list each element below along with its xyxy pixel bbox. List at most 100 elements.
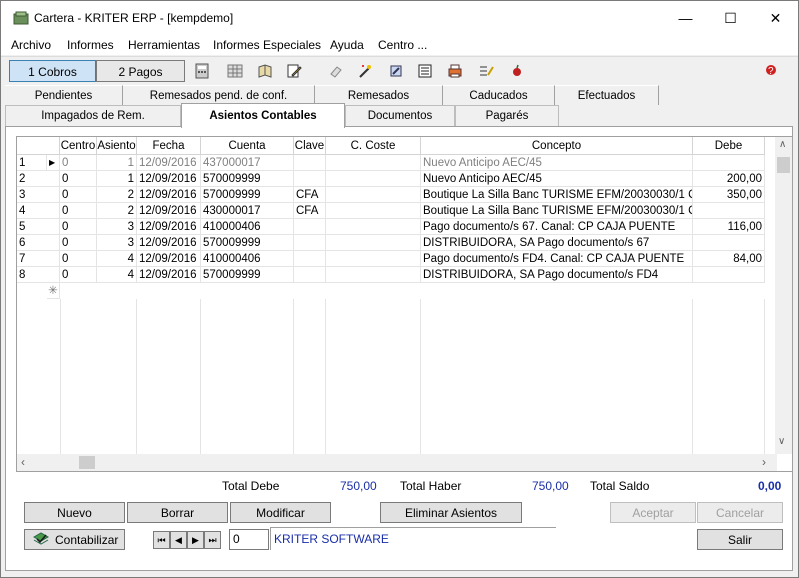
column-divider [420, 299, 421, 454]
menu-archivo[interactable]: Archivo [11, 38, 51, 52]
write-icon[interactable] [388, 63, 404, 79]
menu-ayuda[interactable]: Ayuda [330, 38, 364, 52]
next-record-icon[interactable]: ▶ [187, 531, 204, 549]
ledger-icon [33, 532, 49, 545]
tab-remesados[interactable]: Remesados [315, 85, 443, 105]
tab-caducados[interactable]: Caducados [443, 85, 555, 105]
vertical-scrollbar[interactable]: ∨ [775, 155, 792, 454]
column-divider [293, 299, 294, 454]
column-header[interactable]: Asiento [97, 137, 137, 155]
cancelar-button[interactable]: Cancelar [697, 502, 783, 523]
first-record-icon[interactable]: ⏮ [153, 531, 170, 549]
scroll-left-icon[interactable]: ‹ [21, 455, 25, 469]
tab-asientos-contables[interactable]: Asientos Contables [181, 103, 345, 128]
row-number: 8 [17, 267, 60, 283]
asientos-grid[interactable]: Centro Asiento Fecha Cuenta Clave C. Cos… [16, 136, 793, 472]
row-header-corner [17, 137, 60, 155]
tab-remesados-pend[interactable]: Remesados pend. de conf. [123, 85, 315, 105]
grid-icon[interactable] [227, 63, 243, 79]
aceptar-button[interactable]: Aceptar [610, 502, 696, 523]
scroll-thumb[interactable] [777, 157, 790, 173]
cell-debe: 200,00 [693, 171, 765, 187]
help-icon[interactable]: ? [763, 63, 779, 79]
contabilizar-label: Contabilizar [55, 533, 119, 547]
new-row-icon[interactable]: ✳ [47, 283, 60, 299]
tab-efectuados[interactable]: Efectuados [555, 85, 659, 105]
cell-asiento: 1 [97, 171, 137, 187]
cell-concepto: Boutique La Silla Banc TURISME EFM/20030… [421, 187, 693, 203]
close-icon[interactable]: ✕ [753, 1, 798, 35]
current-row-icon: ▶ [47, 155, 60, 171]
contabilizar-button[interactable]: Contabilizar [24, 529, 125, 550]
scroll-right-icon[interactable]: › [762, 455, 766, 469]
list-icon[interactable] [417, 63, 433, 79]
pagos-button[interactable]: 2 Pagos [96, 60, 185, 82]
book-icon[interactable] [257, 63, 273, 79]
eliminar-asientos-button[interactable]: Eliminar Asientos [380, 502, 522, 523]
cell-fecha: 12/09/2016 [137, 235, 201, 251]
column-header[interactable]: Debe [693, 137, 765, 155]
scroll-up-icon[interactable]: ∧ [775, 137, 792, 155]
horizontal-scrollbar[interactable]: ‹ › [17, 454, 777, 471]
svg-text:?: ? [768, 66, 774, 77]
cell-centro: 0 [60, 155, 97, 171]
cell-fecha: 12/09/2016 [137, 267, 201, 283]
cell-debe [693, 155, 765, 171]
maximize-icon[interactable]: ☐ [708, 1, 753, 35]
record-number-field[interactable]: 0 [229, 529, 269, 550]
column-header[interactable]: Concepto [421, 137, 693, 155]
cell-fecha: 12/09/2016 [137, 171, 201, 187]
cell-ccoste [326, 251, 421, 267]
salir-button[interactable]: Salir [697, 529, 783, 550]
record-navigator: ⏮ ◀ ▶ ⏭ [153, 531, 221, 549]
tab-pendientes[interactable]: Pendientes [5, 85, 123, 105]
column-header[interactable]: Centro [60, 137, 97, 155]
cell-concepto: Nuevo Anticipo AEC/45 [421, 155, 693, 171]
checklist-icon[interactable] [478, 63, 494, 79]
cell-centro: 0 [60, 171, 97, 187]
menu-herramientas[interactable]: Herramientas [128, 38, 200, 52]
modificar-button[interactable]: Modificar [230, 502, 331, 523]
cell-concepto: Pago documento/s FD4. Canal: CP CAJA PUE… [421, 251, 693, 267]
cell-debe: 84,00 [693, 251, 765, 267]
apple-icon[interactable] [509, 63, 525, 79]
calculator-icon[interactable] [194, 63, 210, 79]
column-header[interactable]: C. Coste [326, 137, 421, 155]
menu-informes-especiales[interactable]: Informes Especiales [213, 38, 321, 52]
tabs-row-1: Pendientes Remesados pend. de conf. Reme… [5, 85, 793, 105]
scroll-thumb[interactable] [79, 456, 95, 469]
cell-clave [294, 155, 326, 171]
last-record-icon[interactable]: ⏭ [204, 531, 221, 549]
nuevo-button[interactable]: Nuevo [24, 502, 125, 523]
column-header[interactable]: Cuenta [201, 137, 294, 155]
prev-record-icon[interactable]: ◀ [170, 531, 187, 549]
printer-icon[interactable] [447, 63, 463, 79]
magic-wand-icon[interactable] [357, 63, 373, 79]
cell-asiento: 3 [97, 235, 137, 251]
column-header[interactable]: Clave [294, 137, 326, 155]
cell-centro: 0 [60, 267, 97, 283]
window-title: Cartera - KRITER ERP - [kempdemo] [34, 11, 234, 25]
cell-centro: 0 [60, 203, 97, 219]
tab-documentos[interactable]: Documentos [345, 105, 455, 126]
menu-centro[interactable]: Centro ... [378, 38, 427, 52]
menu-informes[interactable]: Informes [67, 38, 114, 52]
scroll-down-icon[interactable]: ∨ [778, 436, 785, 447]
tab-impagados[interactable]: Impagados de Rem. [5, 105, 181, 126]
eraser-icon[interactable] [328, 63, 344, 79]
edit-document-icon[interactable] [286, 63, 302, 79]
column-divider [692, 299, 693, 454]
cell-ccoste [326, 187, 421, 203]
title-bar: Cartera - KRITER ERP - [kempdemo] — ☐ ✕ [1, 1, 798, 35]
row-number: 4 [17, 203, 60, 219]
cobros-button[interactable]: 1 Cobros [9, 60, 96, 82]
minimize-icon[interactable]: — [663, 1, 708, 35]
tab-pagares[interactable]: Pagarés [455, 105, 559, 126]
row-number: 5 [17, 219, 60, 235]
borrar-button[interactable]: Borrar [127, 502, 228, 523]
cell-debe [693, 235, 765, 251]
column-divider [325, 299, 326, 454]
cell-cuenta: 570009999 [201, 187, 294, 203]
column-header[interactable]: Fecha [137, 137, 201, 155]
cell-concepto: Boutique La Silla Banc TURISME EFM/20030… [421, 203, 693, 219]
